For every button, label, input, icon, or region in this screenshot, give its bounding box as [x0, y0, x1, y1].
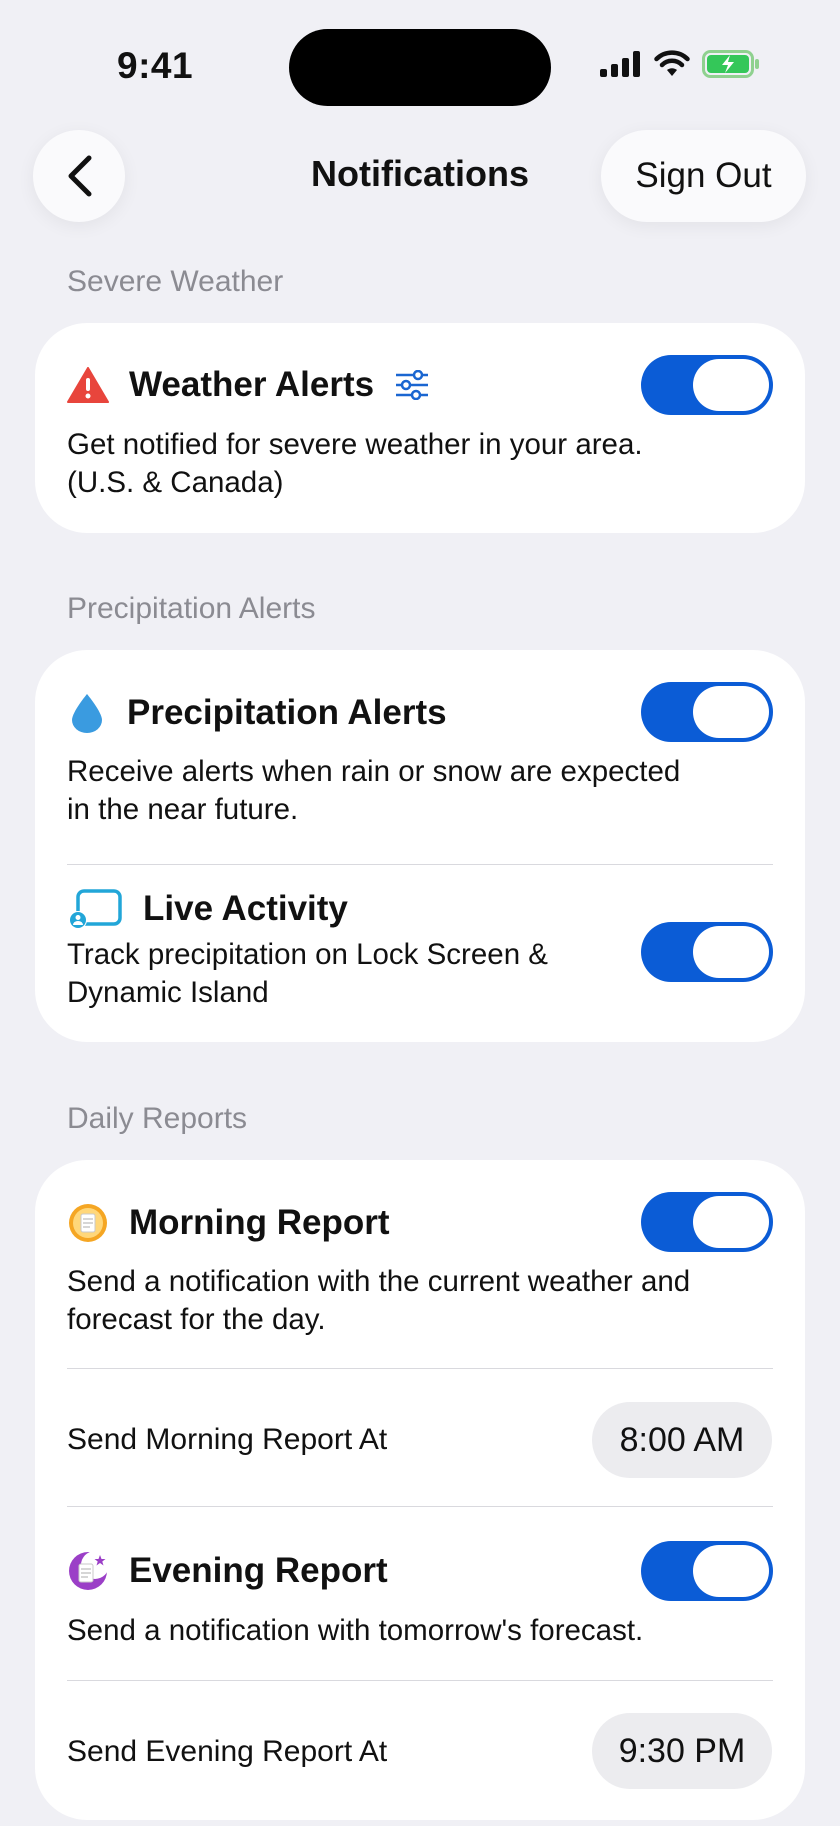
- signal-icon: [600, 51, 640, 77]
- daily-reports-card: Morning Report Send a notification with …: [35, 1160, 805, 1820]
- divider: [67, 1680, 773, 1681]
- morning-sun-icon: [67, 1202, 109, 1244]
- battery-charging-icon: [702, 50, 759, 78]
- evening-report-row: Evening Report: [67, 1550, 388, 1592]
- live-activity-title: Live Activity: [143, 889, 348, 928]
- live-activity-toggle[interactable]: [641, 922, 773, 982]
- section-label-precipitation: Precipitation Alerts: [67, 592, 316, 625]
- morning-report-row: Morning Report: [67, 1202, 390, 1244]
- divider: [67, 1506, 773, 1507]
- evening-report-toggle[interactable]: [641, 1541, 773, 1601]
- morning-report-toggle[interactable]: [641, 1192, 773, 1252]
- evening-report-time-picker[interactable]: 9:30 PM: [592, 1713, 772, 1789]
- evening-report-description: Send a notification with tomorrow's fore…: [67, 1614, 644, 1647]
- divider: [67, 864, 773, 865]
- dynamic-island: [289, 29, 551, 106]
- morning-report-time-label: Send Morning Report At: [67, 1423, 388, 1456]
- sliders-icon[interactable]: [394, 370, 430, 400]
- evening-report-time-label: Send Evening Report At: [67, 1735, 388, 1768]
- section-label-severe-weather: Severe Weather: [67, 265, 284, 298]
- section-label-daily-reports: Daily Reports: [67, 1102, 248, 1135]
- morning-report-description: Send a notification with the current wea…: [67, 1265, 691, 1336]
- live-activity-icon: [67, 888, 123, 930]
- weather-alerts-description: Get notified for severe weather in your …: [67, 428, 643, 499]
- precipitation-alerts-title: Precipitation Alerts: [127, 693, 447, 732]
- morning-report-time-picker[interactable]: 8:00 AM: [592, 1402, 772, 1478]
- raindrop-icon: [67, 692, 107, 734]
- morning-report-title: Morning Report: [129, 1203, 390, 1242]
- precipitation-alerts-toggle[interactable]: [641, 682, 773, 742]
- evening-report-title: Evening Report: [129, 1551, 388, 1590]
- evening-moon-icon: [67, 1550, 109, 1592]
- warning-triangle-icon: [67, 367, 109, 403]
- precipitation-alerts-description: Receive alerts when rain or snow are exp…: [67, 755, 681, 826]
- precipitation-card: Precipitation Alerts Receive alerts when…: [35, 650, 805, 1042]
- weather-alerts-row: Weather Alerts: [67, 365, 430, 405]
- live-activity-row: Live Activity: [67, 888, 348, 930]
- status-icons: [600, 50, 760, 78]
- wifi-icon: [654, 50, 690, 76]
- precipitation-alerts-row: Precipitation Alerts: [67, 692, 447, 734]
- weather-alerts-toggle[interactable]: [641, 355, 773, 415]
- sign-out-button[interactable]: Sign Out: [601, 130, 806, 222]
- status-time: 9:41: [117, 45, 194, 86]
- live-activity-description: Track precipitation on Lock Screen & Dyn…: [67, 938, 548, 1009]
- divider: [67, 1368, 773, 1369]
- weather-alerts-title: Weather Alerts: [129, 365, 375, 404]
- severe-weather-card: Weather Alerts Get notified for severe w…: [35, 323, 805, 533]
